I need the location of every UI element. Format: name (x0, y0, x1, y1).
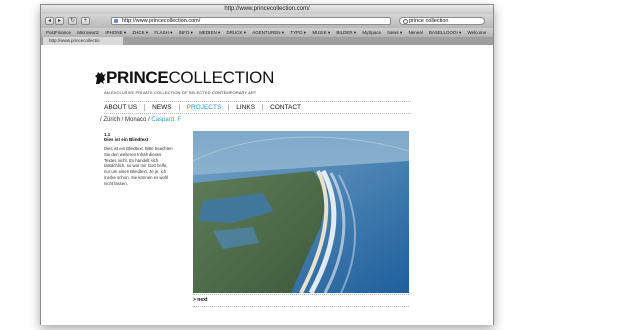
bookmark-item[interactable]: BILDER ▾ (336, 28, 356, 37)
nav-separator (262, 103, 264, 111)
window-title: http://www.princecollection.com/ (41, 5, 493, 14)
bookmark-item[interactable]: Neneal (408, 28, 422, 37)
search-icon (403, 19, 408, 24)
nav-links[interactable]: LINKS (236, 103, 262, 112)
aerial-coastline-photo (193, 131, 409, 293)
nav-bottom-divider (104, 113, 411, 114)
page-content: PRINCECOLLECTION AN EXCLUSIVE PRIVATE CO… (41, 45, 493, 325)
address-bar[interactable]: http://www.princecollection.com/ (111, 17, 391, 25)
bookmark-item[interactable]: IPHONE ▾ (105, 28, 126, 37)
nav-contact[interactable]: CONTACT (270, 103, 308, 112)
bookmark-item[interactable]: ZHCK ▾ (132, 28, 148, 37)
nav-separator (178, 103, 180, 111)
logo-wordmark: PRINCECOLLECTION (106, 69, 274, 86)
breadcrumb-current: Caspard. F (149, 117, 182, 123)
reload-button[interactable]: ↻ (68, 17, 77, 25)
address-text: http://www.princecollection.com/ (122, 18, 201, 24)
bookmark-item[interactable]: DRUCK ▾ (226, 28, 246, 37)
bookmark-item[interactable]: PostFinance (46, 28, 71, 37)
add-bookmark-button[interactable]: + (81, 17, 90, 25)
browser-window: http://www.princecollection.com/ ◂ ▸ ↻ +… (40, 4, 494, 325)
article-title: Dies ist ein Blindtext (104, 137, 149, 142)
breadcrumb-path[interactable]: / Zürich / Monaco / (100, 117, 150, 123)
breadcrumb: / Zürich / Monaco / Caspard. F (100, 117, 181, 123)
logo-light-text: COLLECTION (168, 68, 275, 87)
bookmark-item[interactable]: MUSIK ▾ (312, 28, 330, 37)
bookmark-item[interactable]: MEDIEN ▾ (199, 28, 220, 37)
next-link[interactable]: > next (193, 297, 208, 303)
nav-about-us[interactable]: ABOUT US (104, 103, 144, 112)
site-favicon-icon (114, 19, 118, 23)
tab-strip: http://www.princecollectio (41, 37, 493, 45)
forward-button[interactable]: ▸ (55, 17, 64, 25)
bookmarks-bar: PostFinance Microwurtz IPHONE ▾ ZHCK ▾ F… (41, 28, 493, 37)
logo-bold-text: PRINCE (106, 68, 169, 87)
nav-separator (144, 103, 146, 111)
bookmark-item[interactable]: FLASH ▾ (154, 28, 172, 37)
bookmark-item[interactable]: Microwurtz (77, 28, 99, 37)
bookmark-item[interactable]: Welcome (468, 28, 487, 37)
browser-tab[interactable]: http://www.princecollectio (43, 37, 123, 45)
bookmark-item[interactable]: MySpace (362, 28, 381, 37)
nav-projects[interactable]: PROJECTS (187, 103, 229, 112)
back-button[interactable]: ◂ (45, 17, 54, 25)
search-text: prince collection (409, 18, 449, 24)
site-tagline: AN EXCLUSIVE PRIVATE COLLECTION OF SELEC… (104, 90, 257, 95)
nav-separator (228, 103, 230, 111)
footer-divider (193, 306, 409, 307)
bookmark-item[interactable]: TYPO ▾ (290, 28, 306, 37)
bookmark-item[interactable]: BASELLOOGI ▾ (429, 28, 461, 37)
article-body: Dies ist ein Blindtext. Bitte beachten S… (104, 146, 173, 186)
search-input[interactable]: prince collection (399, 17, 485, 25)
bookmark-item[interactable]: News ▾ (387, 28, 402, 37)
bookmark-item[interactable]: INFO ▾ (179, 28, 193, 37)
bookmark-item[interactable]: AGENTUREN ▾ (252, 28, 284, 37)
nav-top-divider (104, 101, 411, 102)
main-navigation: ABOUT US NEWS PROJECTS LINKS CONTACT (104, 103, 308, 112)
photo-divider (193, 294, 409, 295)
browser-toolbar: ◂ ▸ ↻ + http://www.princecollection.com/… (41, 14, 493, 28)
nav-news[interactable]: NEWS (152, 103, 179, 112)
